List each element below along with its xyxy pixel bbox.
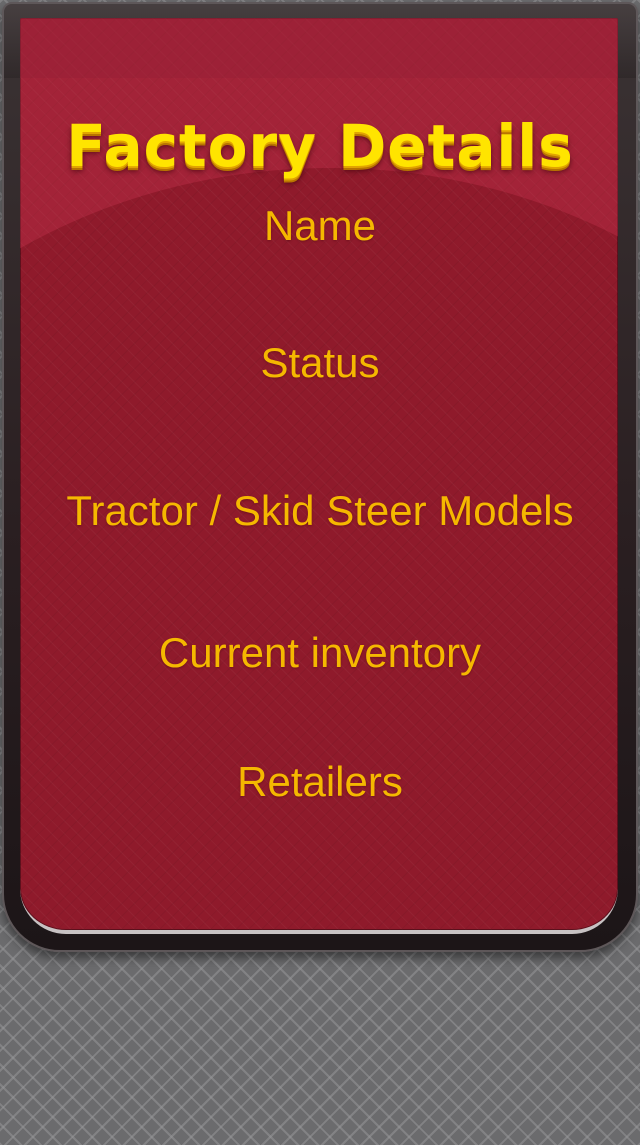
menu-item-current-inventory[interactable]: Current inventory (0, 628, 640, 678)
details-menu: Name Status Tractor / Skid Steer Models … (0, 0, 640, 1145)
menu-item-name[interactable]: Name (0, 201, 640, 251)
menu-item-retailers[interactable]: Retailers (0, 757, 640, 807)
menu-item-status[interactable]: Status (0, 338, 640, 388)
menu-item-tractor-skid-steer-models[interactable]: Tractor / Skid Steer Models (0, 486, 640, 536)
